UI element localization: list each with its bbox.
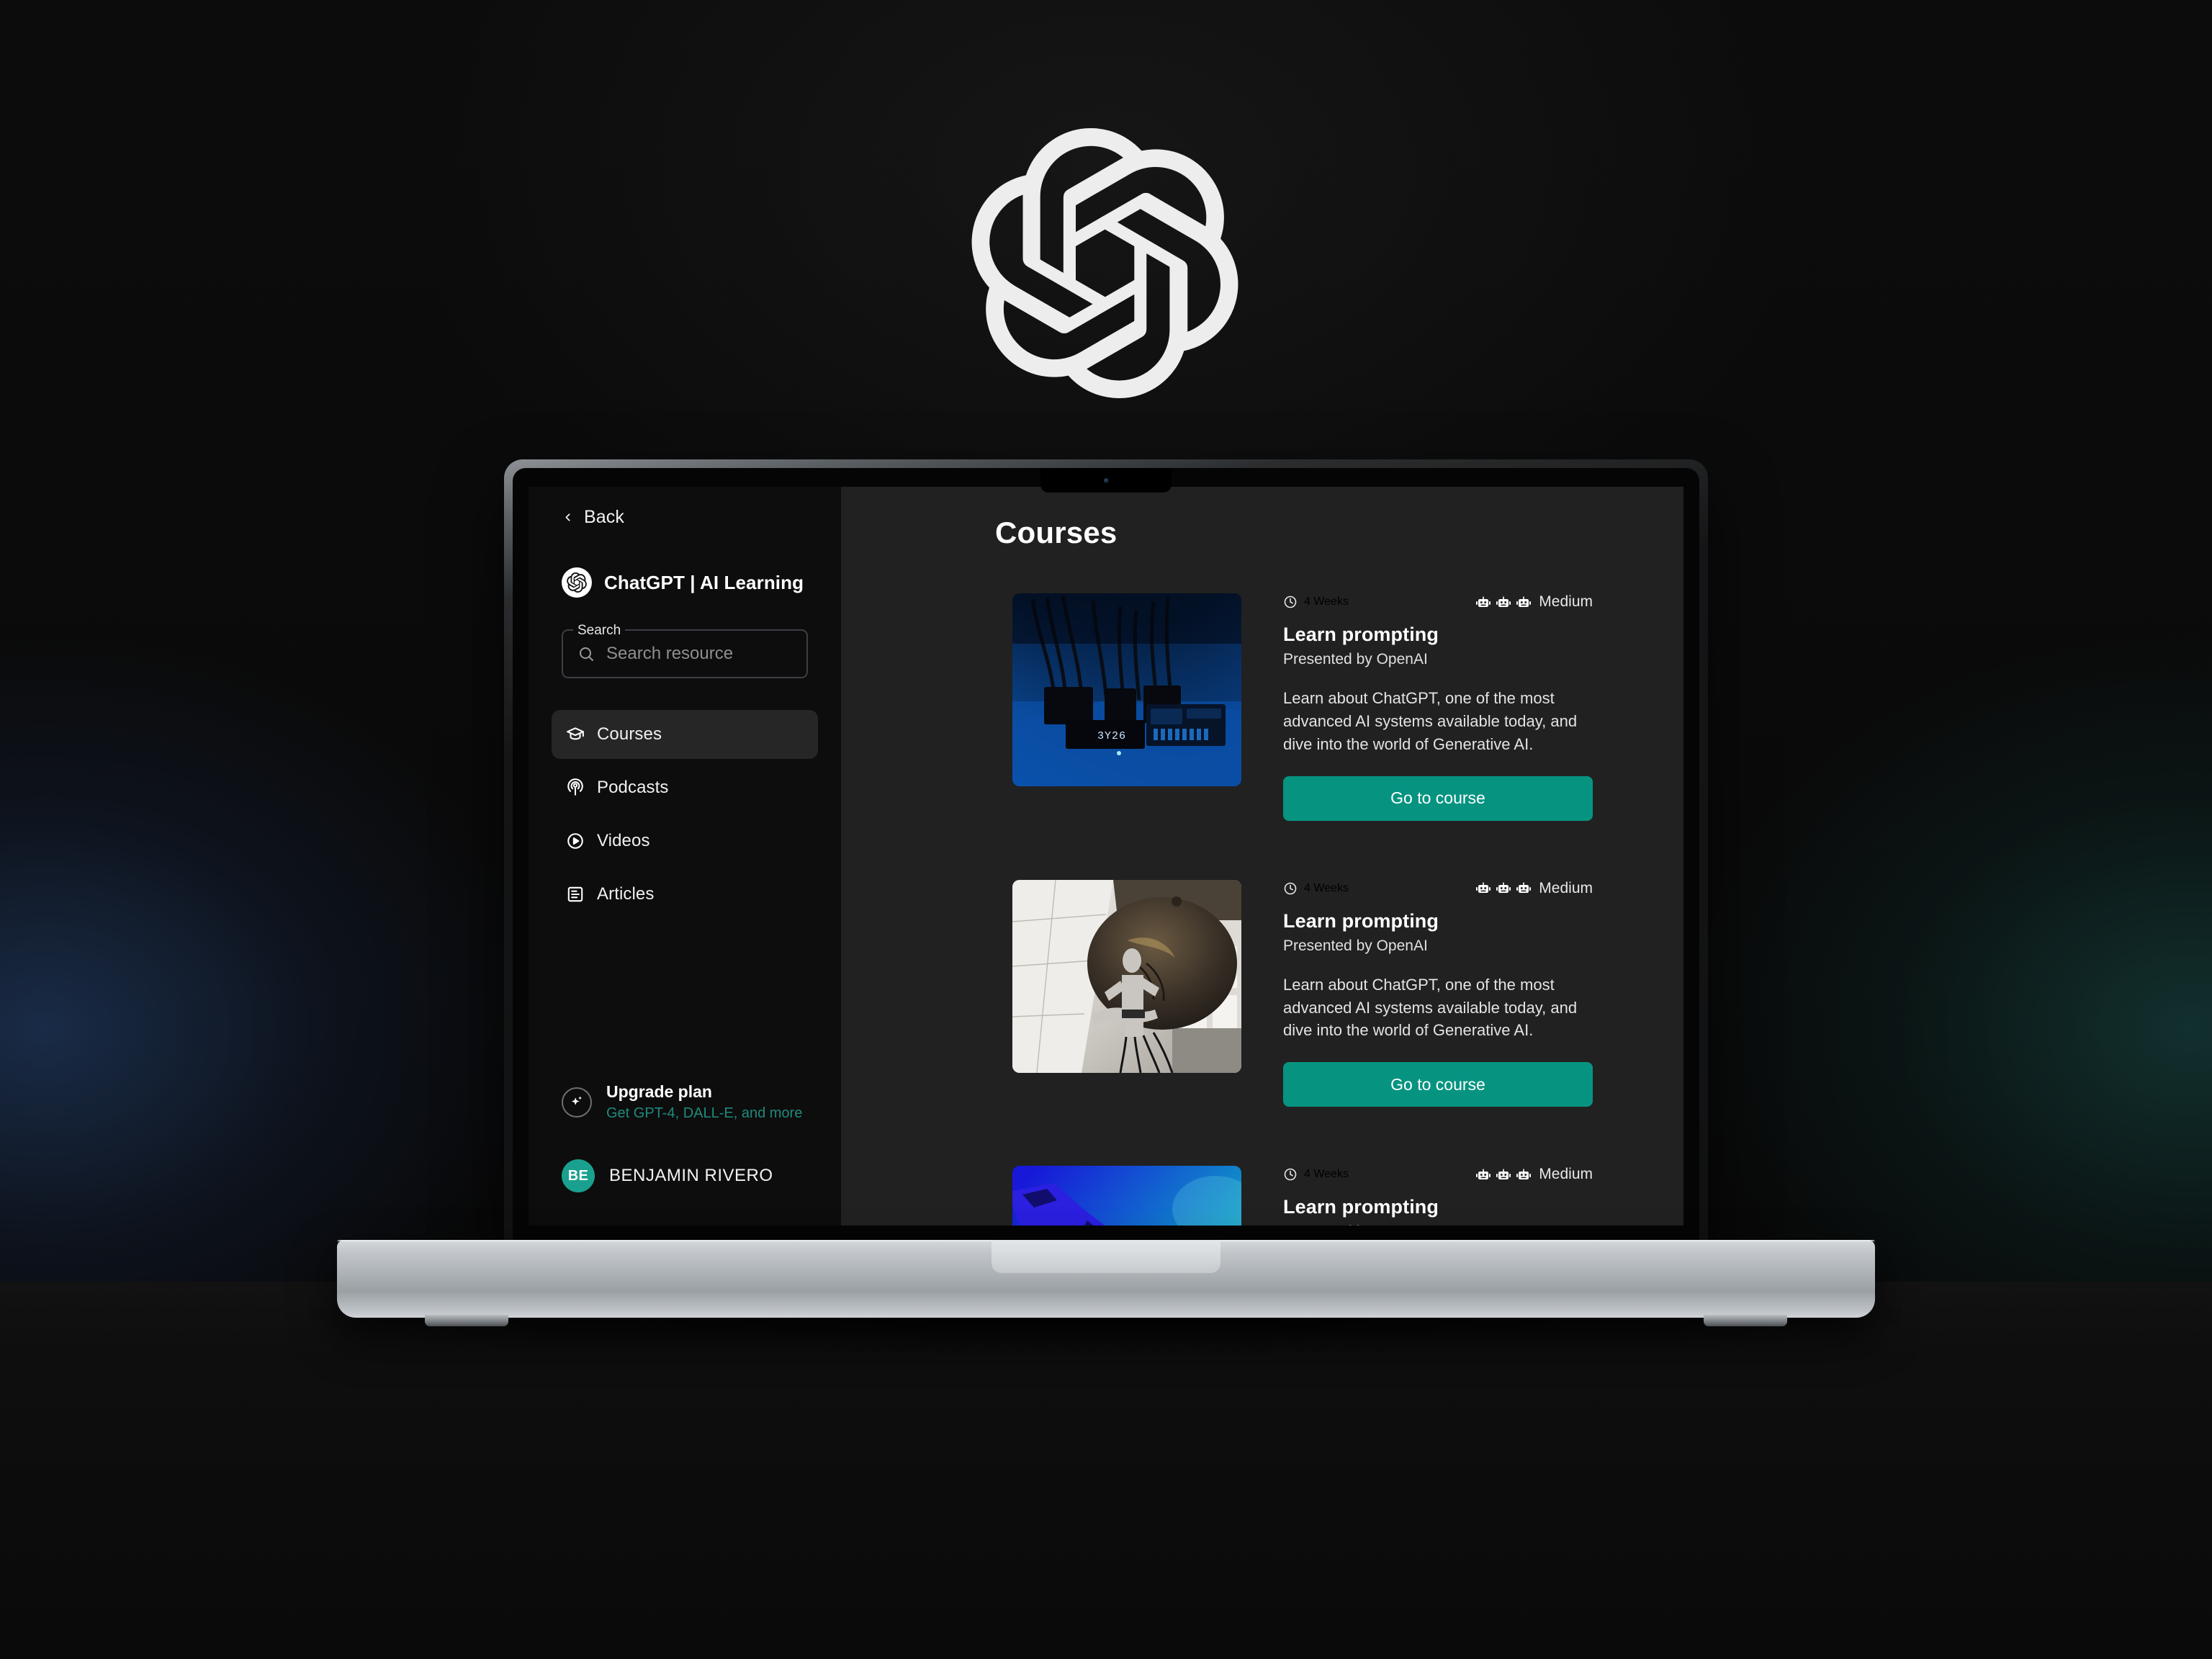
laptop-foot-left bbox=[425, 1315, 508, 1326]
course-difficulty: Medium bbox=[1476, 1166, 1593, 1183]
avatar: BE bbox=[562, 1159, 595, 1192]
course-duration-text: 4 Weeks bbox=[1304, 881, 1349, 894]
course-thumbnail-robot-human-hands[interactable] bbox=[1012, 1166, 1241, 1226]
course-card-body: 4 Weeks Medium bbox=[1283, 880, 1593, 1107]
webcam-icon bbox=[1103, 477, 1109, 483]
podcast-icon bbox=[567, 778, 583, 796]
laptop-lid: Back ChatGPT | AI Learning Search Search… bbox=[504, 459, 1708, 1244]
back-label: Back bbox=[584, 507, 624, 527]
clock-icon bbox=[1284, 1169, 1297, 1181]
robot-icon bbox=[1516, 596, 1532, 607]
course-card-body: 4 Weeks Medium bbox=[1283, 1166, 1593, 1226]
course-title: Learn prompting bbox=[1283, 909, 1439, 932]
course-duration-text: 4 Weeks bbox=[1304, 1168, 1349, 1181]
course-difficulty-text: Medium bbox=[1539, 593, 1593, 610]
search-container: Search bbox=[529, 598, 841, 678]
laptop-foot-right bbox=[1704, 1315, 1787, 1326]
page-background: Back ChatGPT | AI Learning Search Search… bbox=[0, 0, 2212, 1659]
app-title: ChatGPT | AI Learning bbox=[604, 571, 804, 593]
user-profile[interactable]: BE BENJAMIN RIVERO bbox=[529, 1159, 841, 1192]
play-circle-icon bbox=[567, 833, 583, 849]
robot-icon bbox=[1476, 1169, 1491, 1179]
macbook-mockup: Back ChatGPT | AI Learning Search Search… bbox=[0, 0, 2212, 1659]
app-screen: Back ChatGPT | AI Learning Search Search… bbox=[529, 487, 1683, 1226]
sidebar-item-label: Courses bbox=[597, 724, 662, 744]
course-duration: 4 Weeks bbox=[1283, 1167, 1349, 1182]
robot-icon bbox=[1496, 882, 1511, 894]
course-description: Learn about ChatGPT, one of the most adv… bbox=[1283, 689, 1578, 753]
course-difficulty: Medium bbox=[1476, 880, 1593, 897]
search-field[interactable]: Search bbox=[562, 622, 808, 678]
robot-icon bbox=[1516, 1169, 1532, 1179]
clock-icon bbox=[1284, 882, 1297, 894]
course-difficulty-text: Medium bbox=[1539, 879, 1593, 896]
robot-icon bbox=[1516, 882, 1532, 894]
chevron-left-icon bbox=[565, 513, 570, 521]
course-title: Learn prompting bbox=[1283, 1196, 1439, 1218]
sidebar-item-courses[interactable]: Courses bbox=[552, 710, 818, 759]
search-input[interactable] bbox=[606, 644, 792, 664]
sidebar-item-label: Podcasts bbox=[597, 778, 669, 797]
article-icon bbox=[567, 886, 583, 902]
course-duration: 4 Weeks bbox=[1283, 881, 1349, 896]
graduation-cap-icon bbox=[567, 727, 584, 740]
course-presenter: Presented by OpenAI bbox=[1283, 1223, 1593, 1226]
course-meta: 4 Weeks Medium bbox=[1283, 880, 1593, 897]
laptop-notch bbox=[1040, 468, 1172, 493]
upgrade-subtitle: Get GPT-4, DALL-E, and more bbox=[606, 1105, 803, 1121]
laptop-bezel: Back ChatGPT | AI Learning Search Search… bbox=[513, 468, 1699, 1244]
course-difficulty-text: Medium bbox=[1539, 1166, 1593, 1183]
clock-icon bbox=[1284, 595, 1297, 608]
course-duration: 4 Weeks bbox=[1283, 595, 1349, 609]
sparkle-icon bbox=[562, 1087, 592, 1118]
upgrade-title: Upgrade plan bbox=[606, 1082, 712, 1102]
back-button[interactable]: Back bbox=[529, 503, 841, 528]
openai-logo-small-icon bbox=[562, 567, 592, 598]
course-card[interactable]: 3Y26 4 Weeks Medium Learn prompting Pres… bbox=[1012, 593, 1593, 821]
course-card-body: 4 Weeks Medium bbox=[1283, 593, 1593, 821]
sidebar-item-videos[interactable]: Videos bbox=[552, 817, 818, 866]
sidebar-item-podcasts[interactable]: Podcasts bbox=[552, 763, 818, 812]
main-content: Courses 3Y26 4 Weeks Medium Learn prompt… bbox=[841, 487, 1683, 1226]
sidebar-item-label: Articles bbox=[597, 884, 655, 904]
user-name: BENJAMIN RIVERO bbox=[609, 1166, 773, 1185]
svg-text:3Y26: 3Y26 bbox=[1097, 730, 1126, 742]
course-presenter: Presented by OpenAI bbox=[1283, 651, 1428, 667]
course-meta: 4 Weeks Medium bbox=[1283, 1166, 1593, 1183]
page-title: Courses bbox=[995, 516, 1118, 549]
robot-icon bbox=[1496, 596, 1511, 607]
course-card[interactable]: 4 Weeks Medium bbox=[1012, 1166, 1593, 1226]
sidebar: Back ChatGPT | AI Learning Search Search… bbox=[529, 487, 841, 1226]
base-groove bbox=[992, 1240, 1220, 1273]
go-to-course-button[interactable]: Go to course bbox=[1283, 775, 1593, 821]
course-description: Learn about ChatGPT, one of the most adv… bbox=[1283, 975, 1578, 1040]
robot-icon bbox=[1476, 596, 1491, 607]
course-thumbnail-humanoid-robot[interactable] bbox=[1012, 879, 1241, 1073]
go-to-course-button[interactable]: Go to course bbox=[1283, 1062, 1593, 1107]
app-brand[interactable]: ChatGPT | AI Learning bbox=[529, 528, 841, 598]
sidebar-item-articles[interactable]: Articles bbox=[552, 870, 818, 919]
course-thumbnail-circuit-board[interactable]: 3Y26 bbox=[1012, 593, 1241, 786]
search-legend: Search bbox=[573, 622, 626, 639]
search-icon bbox=[580, 647, 593, 661]
course-difficulty: Medium bbox=[1476, 593, 1593, 611]
laptop-drop-shadow bbox=[310, 1313, 1902, 1346]
course-duration-text: 4 Weeks bbox=[1304, 595, 1349, 608]
course-title: Learn prompting bbox=[1283, 624, 1439, 645]
laptop-base bbox=[337, 1240, 1875, 1326]
course-presenter: Presented by OpenAI bbox=[1283, 937, 1428, 954]
sidebar-item-label: Videos bbox=[597, 831, 650, 850]
course-card[interactable]: 4 Weeks Medium bbox=[1012, 879, 1593, 1107]
robot-icon bbox=[1496, 1169, 1511, 1179]
upgrade-plan-button[interactable]: Upgrade plan Get GPT-4, DALL-E, and more bbox=[529, 1082, 841, 1123]
course-list: 3Y26 4 Weeks Medium Learn prompting Pres… bbox=[841, 550, 1683, 1226]
course-meta: 4 Weeks Medium bbox=[1283, 593, 1593, 611]
sidebar-nav: Courses Podcasts Videos Articles bbox=[529, 678, 841, 919]
upgrade-text-group: Upgrade plan Get GPT-4, DALL-E, and more bbox=[606, 1082, 802, 1123]
robot-icon bbox=[1476, 882, 1491, 894]
